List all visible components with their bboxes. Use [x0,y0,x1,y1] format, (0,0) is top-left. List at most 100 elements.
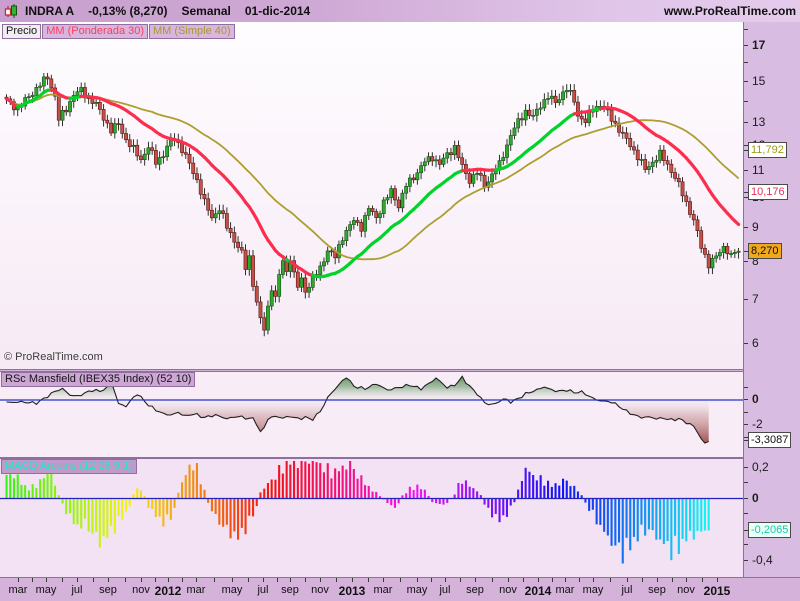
axis-label: 0 [752,392,759,406]
axis-tick [744,467,748,468]
time-tick [627,578,628,582]
axis-label: 6 [752,336,759,350]
time-tick [77,578,78,582]
time-tick [702,578,703,582]
time-tick [672,578,673,582]
axis-tick [744,343,748,344]
tab-precio[interactable]: Precio [2,24,41,39]
time-tick [552,578,553,582]
axis-tick [744,412,748,413]
time-axis-label: nov [132,584,150,596]
axis-tick [744,387,748,388]
time-tick [642,578,643,582]
axis-tick [744,544,748,545]
time-tick [141,578,142,582]
time-axis-label: nov [311,584,329,596]
time-tick [108,578,109,582]
time-tick [565,578,566,582]
time-tick [248,578,249,582]
time-axis-label: jul [621,584,632,596]
value-box: 11,792 [748,142,787,158]
price-chart-canvas[interactable] [0,22,743,370]
instrument-name: INDRA A [25,4,74,18]
time-axis-label: mar [556,584,575,596]
time-axis-label: sep [281,584,299,596]
axis-label: 11 [752,163,764,177]
time-axis-label: jul [257,584,268,596]
axis-tick [744,498,748,499]
time-tick [657,578,658,582]
time-tick [368,578,369,582]
time-tick [290,578,291,582]
time-tick [460,578,461,582]
time-tick [232,578,233,582]
time-tick [593,578,594,582]
time-tick [400,578,401,582]
time-tick [168,578,169,582]
rsc-indicator-label[interactable]: RSc Mansfield (IBEX35 Index) (52 10) [1,372,195,387]
time-axis-label: may [407,584,428,596]
time-tick [610,578,611,582]
axis-tick [744,45,748,46]
time-tick [18,578,19,582]
time-tick [508,578,509,582]
time-tick [538,578,539,582]
axis-label: 9 [752,220,759,234]
time-tick [523,578,524,582]
time-axis-label: 2015 [704,584,731,598]
time-axis-label: jul [439,584,450,596]
axis-tick [744,170,748,171]
axis-tick [744,227,748,228]
axis-label: 17 [752,38,765,52]
time-axis-label: mar [187,584,206,596]
legend-tabs: Precio MM (Ponderada 30) MM (Simple 40) [2,24,236,39]
time-tick [492,578,493,582]
axis-label: 15 [752,74,765,88]
axis-label: -2 [752,417,763,431]
time-axis-label: jul [71,584,82,596]
time-tick [320,578,321,582]
time-tick [336,578,337,582]
time-tick [431,578,432,582]
time-tick [305,578,306,582]
candlestick-icon [3,3,19,19]
time-tick [717,578,718,582]
axis-label: 0,2 [752,460,769,474]
watermark: © ProRealTime.com [4,351,103,363]
value-box: 10,176 [748,184,788,200]
time-axis-label: 2013 [339,584,366,598]
axis-tick [744,101,748,102]
axis-tick [744,513,748,514]
time-axis-label: may [36,584,57,596]
time-axis-label: may [583,584,604,596]
macd-arcoiris-canvas[interactable] [0,458,743,577]
time-tick [196,578,197,582]
time-tick [46,578,47,582]
prorealtime-chart-window: INDRA A -0,13% (8,270) Semanal 01-dic-20… [0,0,800,600]
axis-label: -0,4 [752,553,773,567]
time-axis-label: sep [99,584,117,596]
value-box: -3,3087 [748,432,791,448]
time-axis-label: sep [466,584,484,596]
price-change: -0,13% (8,270) [88,4,167,18]
time-tick [277,578,278,582]
site-link[interactable]: www.ProRealTime.com [664,4,796,18]
title-bar: INDRA A -0,13% (8,270) Semanal 01-dic-20… [0,0,800,23]
axis-tick [744,424,748,425]
time-tick [352,578,353,582]
axis-tick [744,399,748,400]
macd-indicator-label[interactable]: MACD Arcoiris (12 26 9 1) [1,459,137,474]
time-axis[interactable]: marmayjulsepnov2012marmayjulsepnov2013ma… [0,577,800,601]
price-axis[interactable]: 17151312111098760-20,20-0,411,79210,1768… [743,22,800,577]
time-tick [125,578,126,582]
tab-mm-simple[interactable]: MM (Simple 40) [149,24,235,39]
timeframe-label: Semanal [182,4,231,18]
tab-mm-ponderada[interactable]: MM (Ponderada 30) [42,24,148,39]
time-tick [32,578,33,582]
time-tick [182,578,183,582]
axis-tick [744,29,748,30]
time-axis-label: mar [374,584,393,596]
axis-label: 7 [752,292,759,306]
time-tick [383,578,384,582]
time-axis-label: mar [9,584,28,596]
